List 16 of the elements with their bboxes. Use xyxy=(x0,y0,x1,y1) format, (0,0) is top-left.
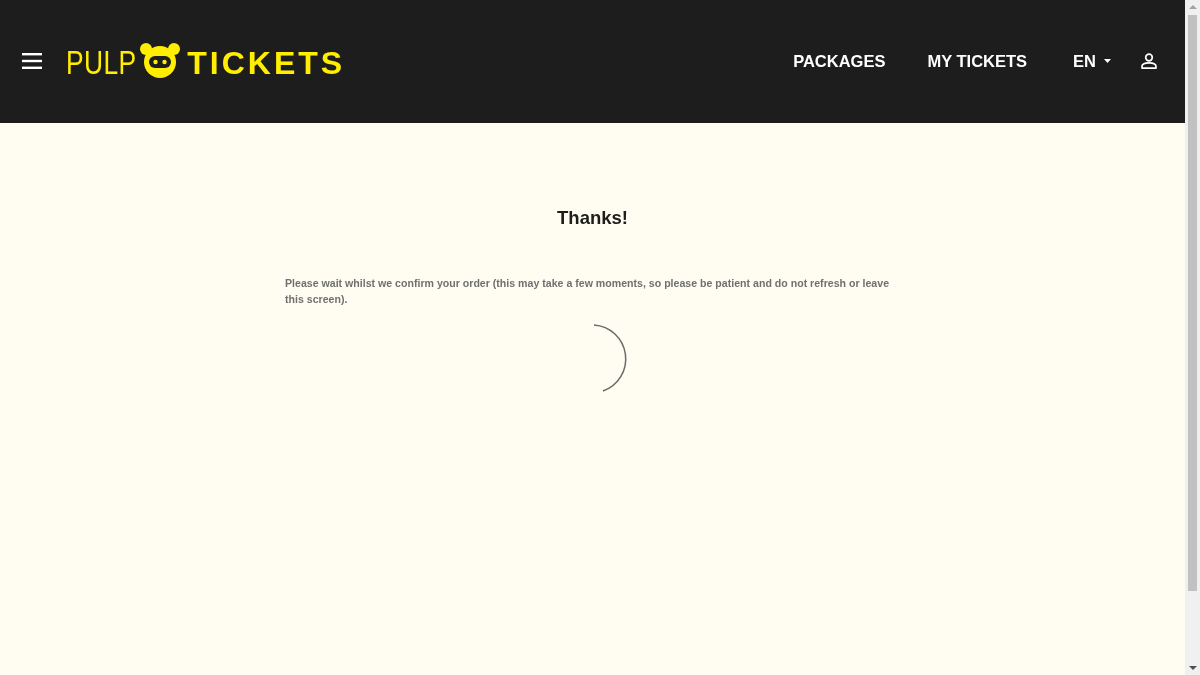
scrollbar[interactable] xyxy=(1185,0,1200,675)
nav-link[interactable]: MY TICKETS xyxy=(927,51,1028,72)
menu-icon[interactable] xyxy=(22,52,42,69)
scrollbar-thumb[interactable] xyxy=(1188,15,1197,591)
logo-text: PULP xyxy=(66,46,137,79)
spinner-icon xyxy=(592,324,629,395)
status-message: Please wait whilst we confirm your order (this may take a few moments, so please be patient and do not refresh or leave this screen). xyxy=(285,276,891,308)
caret-icon xyxy=(1104,59,1111,64)
user-icon[interactable] xyxy=(1141,53,1157,70)
logo[interactable]: PULP TICKETS xyxy=(66,44,346,79)
scroll-down-icon[interactable] xyxy=(1188,666,1197,670)
pig-face-icon xyxy=(139,41,182,78)
page-title: Thanks! xyxy=(557,207,628,230)
language-selector[interactable]: EN xyxy=(1073,52,1111,71)
nav-link[interactable]: PACKAGES xyxy=(793,51,886,72)
logo-text: TICKETS xyxy=(187,46,346,79)
